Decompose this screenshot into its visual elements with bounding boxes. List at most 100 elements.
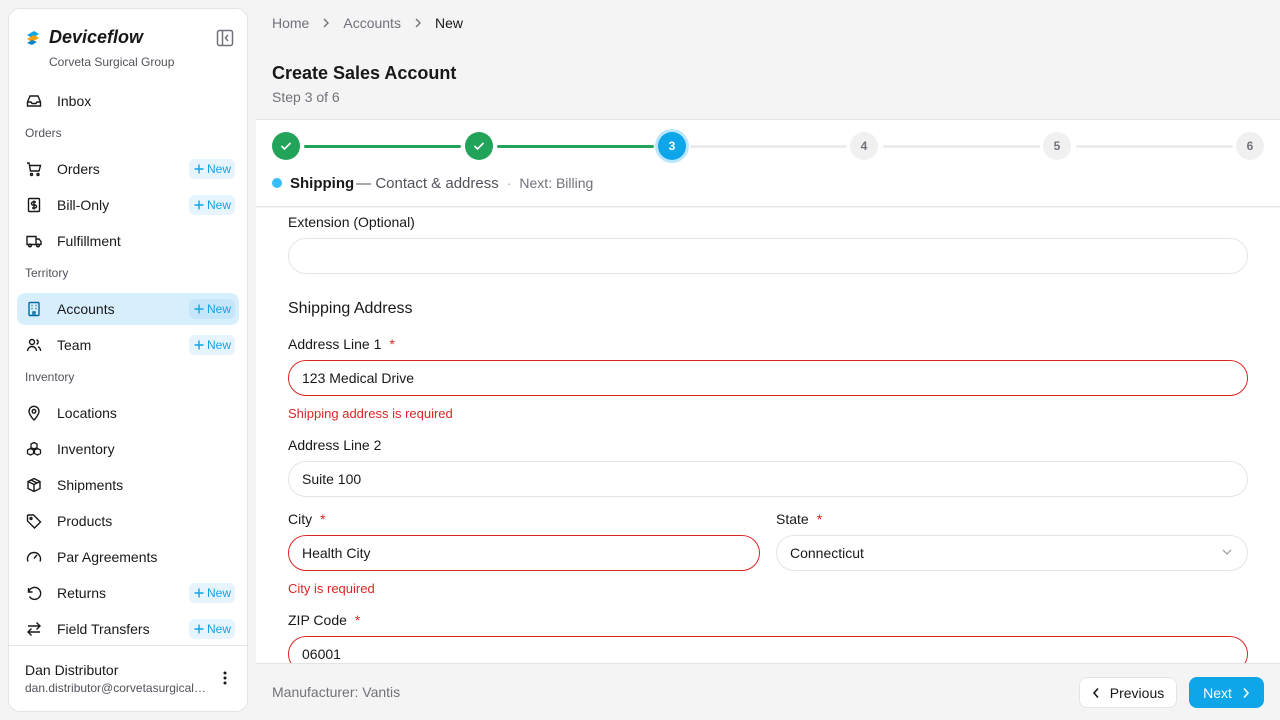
building-icon xyxy=(25,300,43,318)
form-footer: Manufacturer: Vantis Previous Next xyxy=(256,663,1280,720)
user-profile[interactable]: Dan Distributor dan.distributor@corvetas… xyxy=(9,645,247,711)
new-account-button[interactable]: New xyxy=(188,299,235,319)
sidebar-item-bill-only[interactable]: Bill-Only New xyxy=(17,189,239,221)
sidebar-nav: Inbox Orders Orders New Bill-Only New Fu… xyxy=(17,85,239,649)
collapse-sidebar-icon[interactable] xyxy=(216,29,234,47)
map-pin-icon xyxy=(25,404,43,422)
organization-name: Corveta Surgical Group xyxy=(49,55,175,69)
zip-code-input[interactable]: 06001 xyxy=(288,636,1248,663)
manufacturer-label: Manufacturer: xyxy=(272,684,359,700)
sidebar-item-par-agreements[interactable]: Par Agreements xyxy=(17,541,239,573)
address-line-1-label-text: Address Line 1 xyxy=(288,336,382,352)
sidebar-item-inventory[interactable]: Inventory xyxy=(17,433,239,465)
city-label: City * xyxy=(288,510,326,528)
more-vertical-icon[interactable] xyxy=(215,668,235,688)
plus-icon xyxy=(194,624,204,634)
state-select[interactable]: Connecticut xyxy=(776,535,1248,571)
new-return-button[interactable]: New xyxy=(188,583,235,603)
step-2-complete[interactable] xyxy=(465,132,493,160)
sidebar-item-products[interactable]: Products xyxy=(17,505,239,537)
new-label: New xyxy=(206,162,231,176)
receipt-dollar-icon xyxy=(25,196,43,214)
plus-icon xyxy=(194,164,204,174)
previous-label: Previous xyxy=(1109,684,1165,701)
chevron-right-icon xyxy=(1243,687,1249,698)
new-order-button[interactable]: New xyxy=(188,159,235,179)
brand-name: Deviceflow xyxy=(49,27,144,47)
chevron-left-icon xyxy=(1092,687,1099,698)
sidebar-item-locations[interactable]: Locations xyxy=(17,397,239,429)
zip-code-label: ZIP Code * xyxy=(288,611,360,629)
previous-button[interactable]: Previous xyxy=(1079,677,1177,708)
step-separator: · xyxy=(506,175,512,191)
new-label: New xyxy=(206,338,231,352)
state-value: Connecticut xyxy=(790,545,864,561)
sidebar-item-accounts[interactable]: Accounts New xyxy=(17,293,239,325)
new-bill-only-button[interactable]: New xyxy=(188,195,235,215)
sidebar-item-inbox[interactable]: Inbox xyxy=(17,85,239,117)
plus-icon xyxy=(194,340,204,350)
step-indicator-dot xyxy=(272,178,282,188)
sidebar-item-label: Accounts xyxy=(57,301,115,317)
sidebar-item-fulfillment[interactable]: Fulfillment xyxy=(17,225,239,257)
step-connector-4 xyxy=(883,145,1040,148)
city-error: City is required xyxy=(288,581,375,596)
new-label: New xyxy=(206,622,231,636)
cart-icon xyxy=(25,160,43,178)
extension-input[interactable] xyxy=(288,238,1248,274)
form-scroll-area[interactable]: Extension (Optional) Shipping Address Ad… xyxy=(256,208,1280,663)
step-3-current[interactable]: 3 xyxy=(658,132,686,160)
step-connector-2 xyxy=(497,145,654,148)
sidebar-item-label: Fulfillment xyxy=(57,233,121,249)
sidebar-item-shipments[interactable]: Shipments xyxy=(17,469,239,501)
sidebar-item-field-transfers[interactable]: Field Transfers New xyxy=(17,613,239,645)
stepper: 3 4 5 6 Shipping — Contact & address · N… xyxy=(256,119,1280,207)
plus-icon xyxy=(194,588,204,598)
tag-icon xyxy=(25,512,43,530)
user-email: dan.distributor@corvetasurgical.com xyxy=(25,681,209,695)
extension-label-text: Extension (Optional) xyxy=(288,214,415,230)
breadcrumb-home[interactable]: Home xyxy=(272,15,309,31)
sidebar-item-label: Par Agreements xyxy=(57,549,158,565)
nav-section-inventory: Inventory xyxy=(25,370,75,384)
nav-section-orders: Orders xyxy=(25,126,62,140)
new-field-transfer-button[interactable]: New xyxy=(188,619,235,639)
sidebar-item-orders[interactable]: Orders New xyxy=(17,153,239,185)
undo-icon xyxy=(25,584,43,602)
step-connector-5 xyxy=(1076,145,1233,148)
truck-icon xyxy=(25,232,43,250)
gauge-icon xyxy=(25,548,43,566)
required-asterisk: * xyxy=(389,336,395,352)
city-label-text: City xyxy=(288,511,313,527)
step-1-complete[interactable] xyxy=(272,132,300,160)
sidebar-item-label: Team xyxy=(57,337,92,353)
current-step-description: — Contact & address xyxy=(356,174,499,192)
brand[interactable]: Deviceflow xyxy=(25,27,143,48)
city-value: Health City xyxy=(302,545,371,561)
city-input[interactable]: Health City xyxy=(288,535,760,571)
plus-icon xyxy=(194,304,204,314)
page-subtitle: Step 3 of 6 xyxy=(272,89,340,105)
new-label: New xyxy=(206,198,231,212)
shipping-address-heading: Shipping Address xyxy=(288,300,413,317)
state-label-text: State xyxy=(776,511,809,527)
sidebar-item-label: Shipments xyxy=(57,477,124,493)
zip-code-label-text: ZIP Code xyxy=(288,612,347,628)
sidebar-item-label: Inbox xyxy=(57,93,92,109)
extension-label: Extension (Optional) xyxy=(288,213,415,231)
breadcrumb-accounts[interactable]: Accounts xyxy=(343,15,401,31)
sidebar-item-team[interactable]: Team New xyxy=(17,329,239,361)
address-line-2-input[interactable]: Suite 100 xyxy=(288,461,1248,497)
next-label: Next xyxy=(1203,684,1232,701)
sidebar-item-returns[interactable]: Returns New xyxy=(17,577,239,609)
step-connector-1 xyxy=(304,145,461,148)
nav-section-territory: Territory xyxy=(25,266,69,280)
address-line-1-input[interactable]: 123 Medical Drive xyxy=(288,360,1248,396)
breadcrumb-current: New xyxy=(434,15,463,31)
sidebar: Deviceflow Corveta Surgical Group Inbox … xyxy=(8,8,248,712)
step-4: 4 xyxy=(850,132,878,160)
next-button[interactable]: Next xyxy=(1189,677,1264,708)
check-icon xyxy=(280,142,292,151)
new-team-button[interactable]: New xyxy=(188,335,235,355)
required-asterisk: * xyxy=(354,612,361,628)
